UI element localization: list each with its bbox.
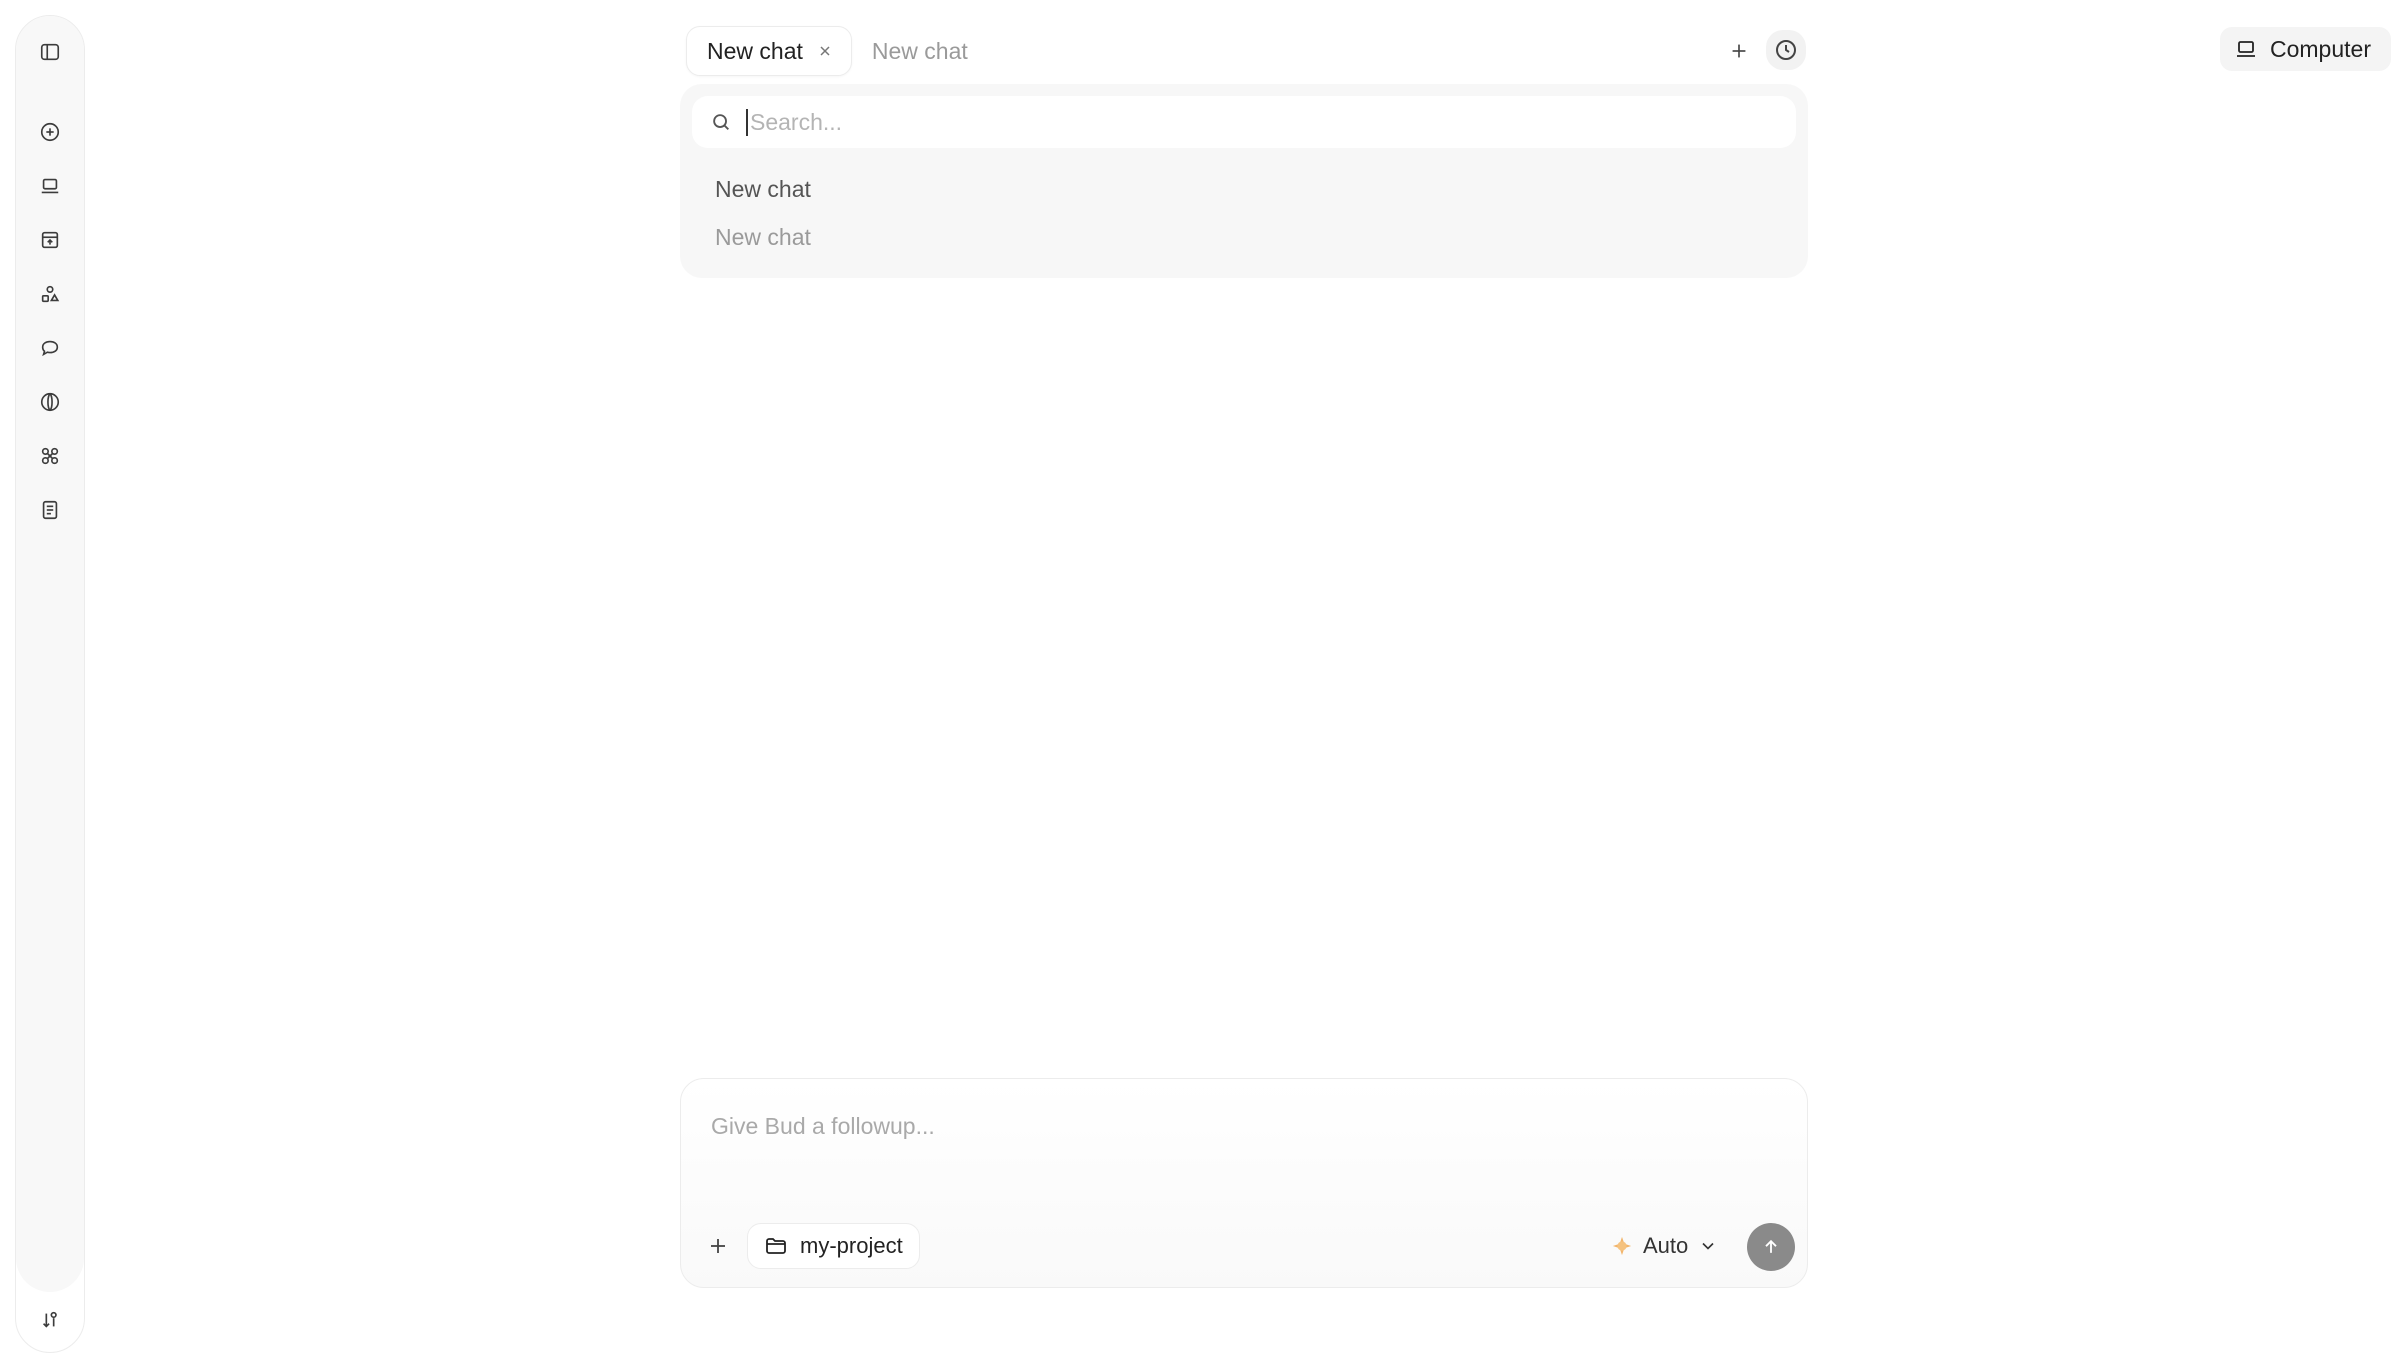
dropdown-item[interactable]: New chat (715, 176, 811, 203)
new-chat-icon[interactable] (34, 116, 66, 148)
chat-bubble-icon[interactable] (34, 332, 66, 364)
dropdown-item[interactable]: New chat (715, 224, 811, 251)
send-button[interactable] (1747, 1223, 1795, 1271)
shapes-icon[interactable] (34, 278, 66, 310)
tab-new-chat-active[interactable]: New chat (686, 26, 852, 76)
tab-label: New chat (707, 37, 803, 64)
connections-icon[interactable] (34, 440, 66, 472)
sidebar-panel (16, 16, 84, 1292)
notebook-icon[interactable] (34, 494, 66, 526)
model-logo-icon (1611, 1235, 1633, 1257)
chevron-down-icon (1698, 1236, 1718, 1256)
arrow-up-icon (1761, 1237, 1781, 1257)
toggle-sidebar-icon[interactable] (34, 36, 66, 68)
folder-icon (764, 1234, 788, 1258)
project-label: my-project (800, 1233, 903, 1258)
laptop-icon[interactable] (34, 170, 66, 202)
tab-new-chat[interactable]: New chat (852, 26, 986, 76)
laptop-icon (2234, 37, 2258, 61)
history-icon[interactable] (1766, 30, 1806, 70)
settings-icon[interactable] (34, 1304, 66, 1336)
tab-bar: New chat New chat (686, 26, 986, 76)
search-icon (710, 111, 732, 133)
search-input[interactable] (746, 108, 1746, 136)
computer-button[interactable]: Computer (2220, 27, 2391, 71)
chat-history-dropdown: New chat New chat (680, 84, 1808, 278)
model-selector[interactable]: Auto (1611, 1229, 1718, 1263)
followup-input[interactable]: Give Bud a followup... (711, 1113, 935, 1140)
project-selector[interactable]: my-project (747, 1223, 920, 1269)
tab-label: New chat (871, 37, 968, 64)
composer: Give Bud a followup... my-project Auto (680, 1078, 1808, 1288)
close-icon[interactable] (817, 43, 833, 59)
computer-label: Computer (2270, 35, 2371, 62)
search-box (692, 96, 1796, 148)
add-attachment-icon[interactable] (701, 1229, 735, 1263)
archive-icon[interactable] (34, 224, 66, 256)
globe-icon[interactable] (34, 386, 66, 418)
sidebar (15, 15, 85, 1353)
model-label: Auto (1643, 1233, 1689, 1258)
new-tab-plus-icon[interactable] (1722, 34, 1756, 68)
